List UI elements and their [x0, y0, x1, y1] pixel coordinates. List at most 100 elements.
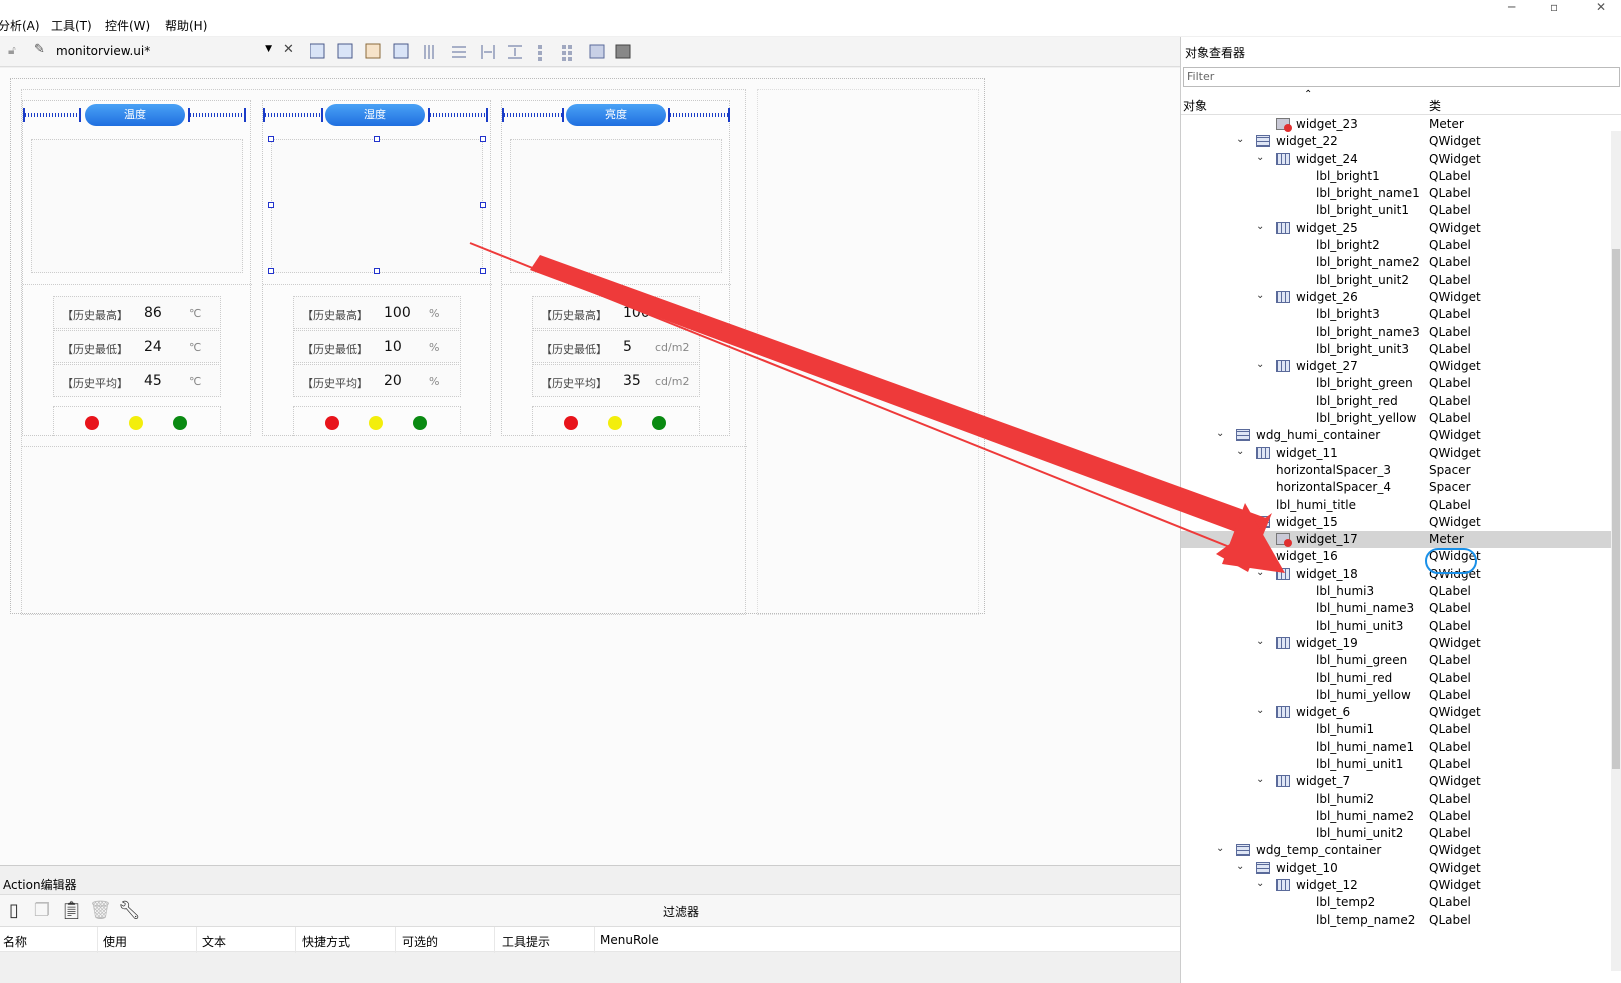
temperature-panel[interactable]: 温度 【历史最高】 86 ℃ 【历史最低】 24 ℃ 【历史平均】 45 ℃: [22, 100, 252, 436]
column-header-object[interactable]: 对象: [1183, 97, 1207, 114]
humidity-panel[interactable]: 湿度 【历史最高】 100 % 【历史最低】 10 % 【历史平均】 20 %: [262, 100, 492, 436]
new-action-icon[interactable]: ▯: [3, 900, 25, 922]
menu-help[interactable]: 帮助(H): [165, 17, 207, 34]
stat-row-min[interactable]: 【历史最低】 24 ℃: [53, 330, 221, 363]
expand-chevron-icon[interactable]: ⌄: [1216, 843, 1224, 854]
tree-row[interactable]: lbl_humi_red QLabel: [1181, 670, 1612, 687]
tree-row[interactable]: lbl_humi_unit3 QLabel: [1181, 618, 1612, 635]
menu-widgets[interactable]: 控件(W): [105, 17, 150, 34]
inspector-filter-input[interactable]: Filter: [1183, 67, 1620, 87]
object-tree[interactable]: widget_23 Meter ⌄ widget_22 QWidget ⌄ widget_2…: [1181, 116, 1612, 929]
tree-row[interactable]: ⌄ widget_7 QWidget: [1181, 773, 1612, 790]
panel-title[interactable]: 亮度: [566, 104, 666, 126]
paste-icon[interactable]: 📋︎: [60, 900, 83, 922]
expand-chevron-icon[interactable]: ⌄: [1236, 446, 1244, 457]
stat-row-min[interactable]: 【历史最低】 10 %: [293, 330, 461, 363]
tree-row[interactable]: lbl_temp2 QLabel: [1181, 894, 1612, 911]
expand-chevron-icon[interactable]: ⌄: [1256, 774, 1264, 785]
tree-row[interactable]: ⌄ widget_11 QWidget: [1181, 445, 1612, 462]
inspector-scrollbar[interactable]: [1611, 131, 1621, 971]
tree-row[interactable]: lbl_bright_name3 QLabel: [1181, 324, 1612, 341]
tree-row[interactable]: lbl_humi_title QLabel: [1181, 497, 1612, 514]
tree-row[interactable]: lbl_bright_unit3 QLabel: [1181, 341, 1612, 358]
tree-row[interactable]: ⌄ widget_12 QWidget: [1181, 877, 1612, 894]
tree-row[interactable]: ⌄ widget_19 QWidget: [1181, 635, 1612, 652]
tree-row[interactable]: lbl_bright_unit2 QLabel: [1181, 272, 1612, 289]
status-lights[interactable]: [53, 406, 221, 436]
tree-row[interactable]: ⌄ widget_16 QWidget: [1181, 548, 1612, 565]
stat-row-avg[interactable]: 【历史平均】 20 %: [293, 364, 461, 397]
tree-row[interactable]: lbl_humi_name1 QLabel: [1181, 739, 1612, 756]
tree-row[interactable]: lbl_humi_name2 QLabel: [1181, 808, 1612, 825]
expand-chevron-icon[interactable]: ⌄: [1236, 515, 1244, 526]
tree-row[interactable]: lbl_bright1 QLabel: [1181, 168, 1612, 185]
right-spacer-area[interactable]: [757, 89, 979, 615]
configure-icon[interactable]: 🔧︎: [118, 900, 141, 922]
meter-widget[interactable]: [31, 139, 243, 273]
column-header[interactable]: MenuRole: [600, 933, 659, 947]
tree-row[interactable]: ⌄ widget_24 QWidget: [1181, 151, 1612, 168]
tree-row[interactable]: horizontalSpacer_4 Spacer: [1181, 479, 1612, 496]
tree-row[interactable]: lbl_temp_name2 QLabel: [1181, 912, 1612, 929]
expand-chevron-icon[interactable]: ⌄: [1216, 428, 1224, 439]
resize-handle[interactable]: [480, 268, 486, 274]
tree-row[interactable]: lbl_bright_name1 QLabel: [1181, 185, 1612, 202]
close-file-icon[interactable]: ✕: [283, 42, 294, 57]
tree-row[interactable]: lbl_humi1 QLabel: [1181, 721, 1612, 738]
expand-chevron-icon[interactable]: ⌄: [1256, 290, 1264, 301]
resize-handle[interactable]: [480, 202, 486, 208]
monitor-form[interactable]: 温度 【历史最高】 86 ℃ 【历史最低】 24 ℃ 【历史平均】 45 ℃ 湿…: [10, 78, 985, 615]
copy-icon[interactable]: ❐: [31, 900, 53, 922]
layout-toolbar-icons[interactable]: [310, 43, 640, 61]
tree-row[interactable]: lbl_bright2 QLabel: [1181, 237, 1612, 254]
expand-chevron-icon[interactable]: ⌄: [1256, 705, 1264, 716]
meter-widget[interactable]: [510, 139, 722, 273]
status-lights[interactable]: [293, 406, 461, 436]
stat-row-min[interactable]: 【历史最低】 5 cd/m2: [532, 330, 700, 363]
panel-title[interactable]: 湿度: [325, 104, 425, 126]
expand-chevron-icon[interactable]: ⌄: [1256, 636, 1264, 647]
tree-row[interactable]: ⌄ wdg_humi_container QWidget: [1181, 427, 1612, 444]
maximize-icon[interactable]: ▫: [1550, 0, 1558, 14]
close-window-icon[interactable]: ✕: [1596, 0, 1606, 14]
designer-canvas[interactable]: 温度 【历史最高】 86 ℃ 【历史最低】 24 ℃ 【历史平均】 45 ℃ 湿…: [0, 68, 1180, 865]
tree-row[interactable]: lbl_humi_green QLabel: [1181, 652, 1612, 669]
column-header[interactable]: 使用: [103, 933, 127, 950]
tree-row[interactable]: lbl_humi2 QLabel: [1181, 791, 1612, 808]
resize-handle[interactable]: [268, 136, 274, 142]
resize-handle[interactable]: [268, 202, 274, 208]
status-lights[interactable]: [532, 406, 700, 436]
stat-row-max[interactable]: 【历史最高】 100 cd/m2: [532, 296, 700, 329]
expand-chevron-icon[interactable]: ⌄: [1256, 152, 1264, 163]
tree-row[interactable]: lbl_bright3 QLabel: [1181, 306, 1612, 323]
panel-title[interactable]: 温度: [85, 104, 185, 126]
lock-icon[interactable]: 🔓︎: [8, 43, 16, 58]
tree-row[interactable]: lbl_humi_unit2 QLabel: [1181, 825, 1612, 842]
column-header[interactable]: 工具提示: [502, 933, 550, 950]
file-selector[interactable]: ✎ monitorview.ui* ▼: [32, 40, 272, 62]
tree-row[interactable]: widget_17 Meter: [1181, 531, 1612, 549]
expand-chevron-icon[interactable]: ⌄: [1236, 861, 1244, 872]
tree-row[interactable]: ⌄ widget_6 QWidget: [1181, 704, 1612, 721]
tree-row[interactable]: lbl_humi3 QLabel: [1181, 583, 1612, 600]
column-header[interactable]: 快捷方式: [302, 933, 350, 950]
tree-row[interactable]: horizontalSpacer_3 Spacer: [1181, 462, 1612, 479]
meter-widget-selected[interactable]: [271, 139, 483, 273]
column-header[interactable]: 名称: [3, 933, 27, 950]
filter-label[interactable]: 过滤器: [663, 903, 699, 920]
resize-handle[interactable]: [374, 136, 380, 142]
expand-chevron-icon[interactable]: ⌄: [1236, 549, 1244, 560]
resize-handle[interactable]: [480, 136, 486, 142]
menu-tools[interactable]: 工具(T): [51, 17, 92, 34]
tree-row[interactable]: ⌄ widget_10 QWidget: [1181, 860, 1612, 877]
delete-icon[interactable]: 🗑︎: [89, 900, 112, 922]
expand-chevron-icon[interactable]: ⌄: [1256, 567, 1264, 578]
expand-chevron-icon[interactable]: ⌄: [1256, 221, 1264, 232]
scrollbar-thumb[interactable]: [1612, 249, 1620, 769]
tree-row[interactable]: lbl_bright_red QLabel: [1181, 393, 1612, 410]
menu-analyze[interactable]: 分析(A): [0, 17, 40, 34]
tree-row[interactable]: lbl_bright_unit1 QLabel: [1181, 202, 1612, 219]
tree-row[interactable]: ⌄ widget_26 QWidget: [1181, 289, 1612, 306]
stat-row-max[interactable]: 【历史最高】 86 ℃: [53, 296, 221, 329]
tree-row[interactable]: ⌄ widget_25 QWidget: [1181, 220, 1612, 237]
